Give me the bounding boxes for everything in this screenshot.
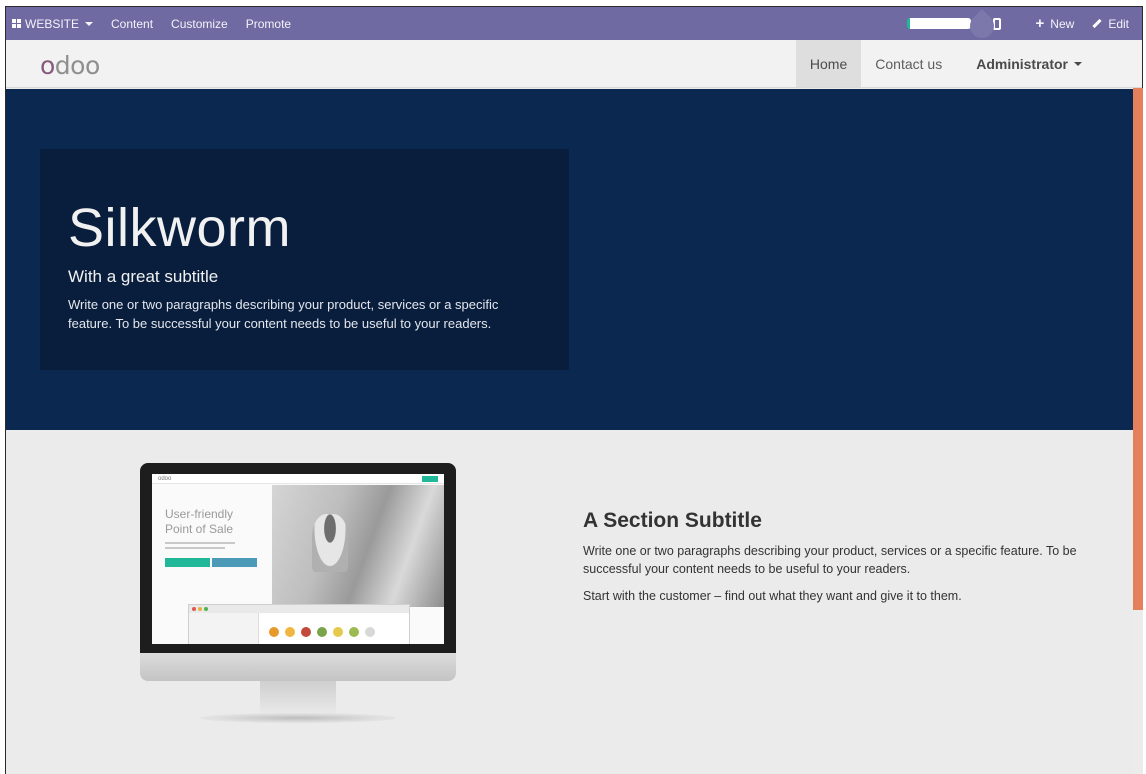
- caret-down-icon: [1074, 61, 1082, 66]
- nav-contact-us[interactable]: Contact us: [861, 40, 956, 87]
- screen-headline-1: User-friendly: [165, 507, 234, 521]
- edit-button-label: Edit: [1108, 16, 1129, 31]
- hero-text-box: Silkworm With a great subtitle Write one…: [40, 149, 569, 370]
- hero-subtitle: With a great subtitle: [68, 267, 219, 286]
- logo-rest: doo: [54, 51, 100, 80]
- website-menu-label: WEBSITE: [25, 16, 80, 31]
- content-section: odoo User-friendly Point of Sale A Secti…: [6, 430, 1134, 774]
- monitor-image: odoo User-friendly Point of Sale: [140, 463, 456, 723]
- scrollbar-thumb[interactable]: [1133, 88, 1143, 610]
- tour-droplet-icon[interactable]: [965, 7, 999, 43]
- content-menu[interactable]: Content: [102, 7, 162, 40]
- caret-down-icon: [85, 21, 94, 26]
- scrollbar[interactable]: [1133, 88, 1143, 774]
- hero-banner: Silkworm With a great subtitle Write one…: [6, 89, 1134, 430]
- promote-menu[interactable]: Promote: [237, 7, 300, 40]
- site-logo[interactable]: odoo: [40, 51, 100, 80]
- section-title: A Section Subtitle: [583, 509, 762, 532]
- screen-headline-2: Point of Sale: [165, 522, 234, 536]
- screen-logo: odoo: [158, 476, 172, 482]
- section-paragraph-1: Write one or two paragraphs describing y…: [583, 544, 1077, 576]
- website-menu[interactable]: WEBSITE: [6, 7, 102, 40]
- apps-grid-icon: [12, 19, 21, 28]
- new-button-label: New: [1050, 16, 1075, 31]
- hero-title: Silkworm: [68, 198, 292, 258]
- edit-button[interactable]: Edit: [1083, 7, 1142, 40]
- new-button[interactable]: + New: [1027, 7, 1084, 40]
- plus-icon: +: [1035, 15, 1045, 32]
- hero-paragraph: Write one or two paragraphs describing y…: [68, 297, 499, 331]
- section-paragraph-2: Start with the customer – find out what …: [583, 589, 962, 603]
- logo-o: o: [40, 51, 55, 80]
- user-name: Administrator: [976, 55, 1068, 72]
- loading-progress-bar: [906, 18, 971, 29]
- site-header: odoo Home Contact us Administrator: [6, 40, 1142, 88]
- nav-home[interactable]: Home: [795, 40, 862, 87]
- customize-menu[interactable]: Customize: [162, 7, 237, 40]
- user-menu[interactable]: Administrator: [956, 40, 1096, 87]
- browser-frame: WEBSITE Content Customize Promote + New …: [5, 6, 1143, 774]
- monitor-screen: odoo User-friendly Point of Sale: [152, 474, 444, 644]
- pencil-icon: [1092, 18, 1102, 29]
- main-nav: Home Contact us Administrator: [795, 40, 1096, 87]
